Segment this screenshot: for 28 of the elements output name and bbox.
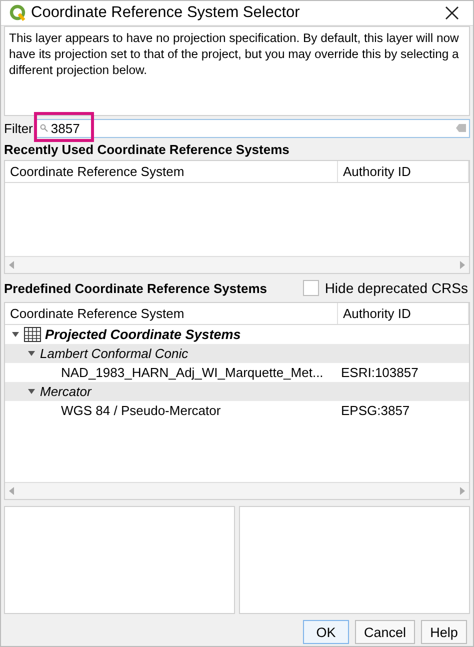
collapse-arrow-icon[interactable] xyxy=(27,387,36,396)
search-icon xyxy=(40,124,48,132)
column-header[interactable]: Coordinate Reference System xyxy=(5,303,338,324)
column-header[interactable]: Authority ID xyxy=(338,161,469,182)
app-logo-icon xyxy=(9,4,27,22)
column-header[interactable]: Authority ID xyxy=(338,303,469,324)
dialog-button[interactable]: OK xyxy=(302,620,349,644)
clear-icon[interactable] xyxy=(456,124,466,132)
hide-deprecated-checkbox[interactable]: Hide deprecated CRSs xyxy=(302,280,470,296)
dialog-button[interactable]: Cancel xyxy=(354,620,415,644)
crs-name[interactable]: WGS 84 / Pseudo-Mercator xyxy=(61,403,221,418)
tree-category[interactable]: Projected Coordinate Systems xyxy=(45,327,241,342)
authority-id: EPSG:3857 xyxy=(340,403,410,418)
section-heading: Predefined Coordinate Reference Systems xyxy=(4,280,267,296)
message-text: This layer appears to have no projection specification. By default, this layer will now have its projection set to that of the project, but you may override this by selecting a different projection below. xyxy=(4,26,470,116)
section-heading: Recently Used Coordinate Reference Systems xyxy=(4,140,290,158)
window-title: Coordinate Reference System Selector xyxy=(31,4,301,22)
collapse-arrow-icon[interactable] xyxy=(11,330,20,339)
authority-id: ESRI:103857 xyxy=(340,365,418,380)
crs-name[interactable]: NAD_1983_HARN_Adj_WI_Marquette_Met... xyxy=(61,365,324,380)
filter-label: Filter xyxy=(4,120,33,136)
filter-field[interactable]: 3857 xyxy=(36,118,470,138)
collapse-arrow-icon[interactable] xyxy=(27,349,36,358)
close-icon[interactable] xyxy=(445,6,459,20)
dialog-button[interactable]: Help xyxy=(421,620,467,644)
column-header[interactable]: Coordinate Reference System xyxy=(5,161,338,182)
grid-icon xyxy=(24,327,41,342)
tree-category[interactable]: Mercator xyxy=(40,384,92,399)
